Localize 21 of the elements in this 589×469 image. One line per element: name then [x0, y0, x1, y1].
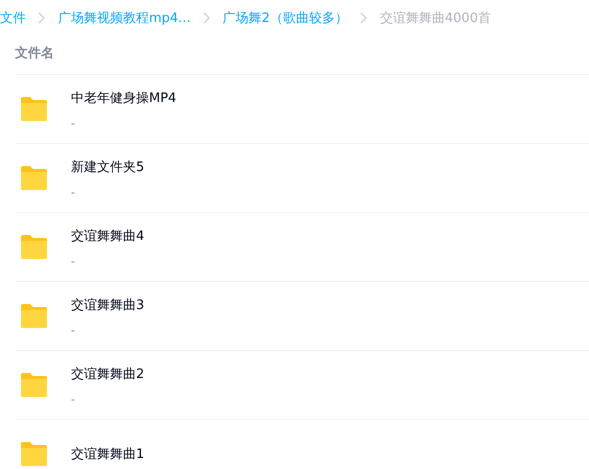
column-header: 文件名: [14, 44, 55, 63]
folder-icon: [19, 372, 49, 398]
folder-icon: [19, 441, 49, 467]
folder-name[interactable]: 交谊舞舞曲4: [71, 226, 144, 244]
folder-name[interactable]: 交谊舞舞曲3: [71, 296, 144, 314]
folder-name[interactable]: 新建文件夹5: [71, 158, 144, 176]
file-size: -: [71, 254, 76, 268]
folder-icon: [19, 303, 49, 329]
file-size: -: [71, 392, 76, 406]
folder-name[interactable]: 交谊舞舞曲2: [71, 364, 144, 382]
folder-name[interactable]: 交谊舞舞曲1: [71, 445, 144, 463]
file-size: -: [71, 324, 76, 336]
folder-name[interactable]: 中老年健身操MP4: [71, 88, 176, 106]
folder-icon: [19, 165, 49, 191]
file-size: -: [71, 116, 76, 130]
folder-icon: [19, 234, 49, 260]
chevron-icon: [360, 12, 368, 24]
chevron-icon: [202, 12, 211, 24]
folder-icon: [19, 96, 49, 122]
file-size: -: [71, 186, 76, 198]
chevron-icon: [38, 12, 46, 24]
